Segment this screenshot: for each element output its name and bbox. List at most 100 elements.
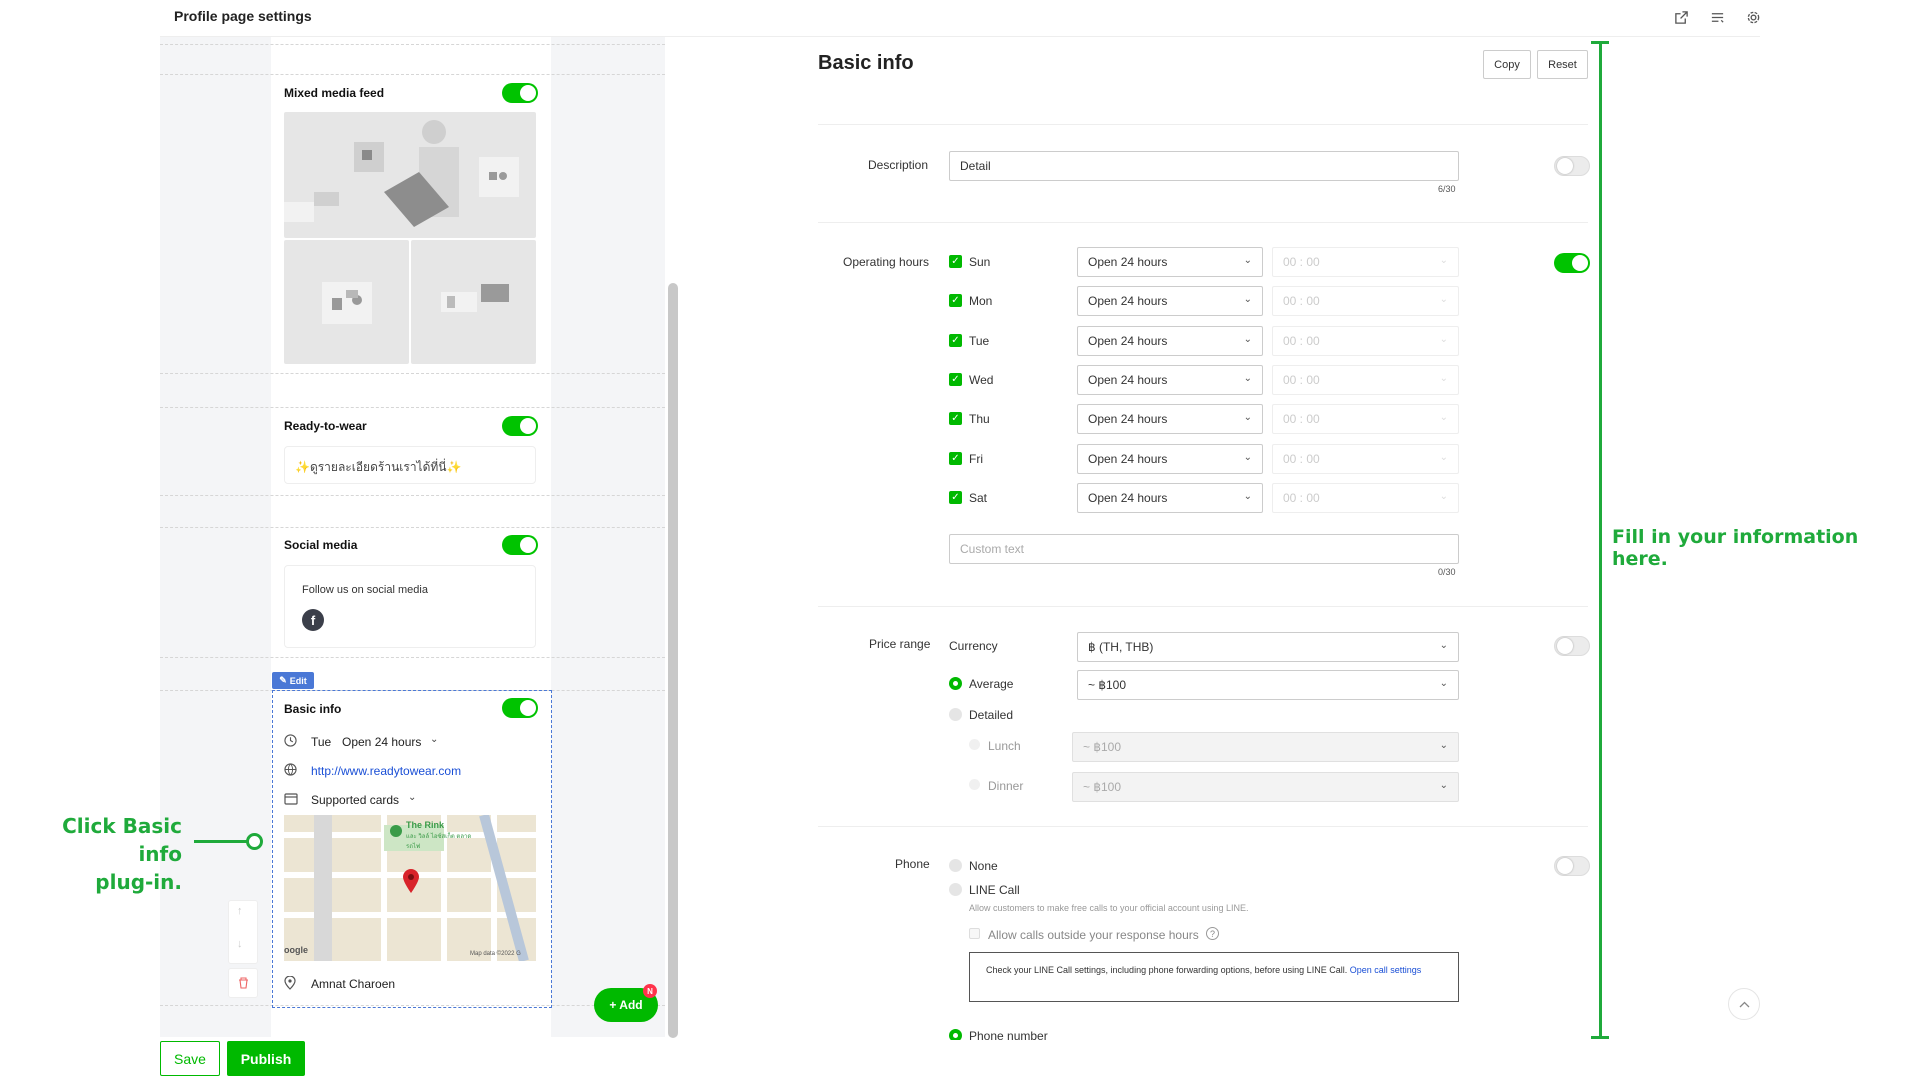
chevron-down-icon: ⌄ — [1439, 255, 1448, 266]
hours-mode-select[interactable]: Open 24 hours ⌄ — [1077, 443, 1263, 474]
day-checkbox[interactable]: ✓ — [949, 255, 962, 268]
operating-hours-toggle[interactable] — [1554, 253, 1590, 273]
day-checkbox[interactable]: ✓ — [949, 294, 962, 308]
average-radio[interactable] — [949, 677, 962, 690]
annotation-arrow-dot — [246, 833, 263, 850]
ready-to-wear-toggle[interactable] — [502, 416, 538, 436]
publish-button[interactable]: Publish — [227, 1041, 305, 1076]
form-title: Basic info — [818, 52, 914, 74]
chevron-down-icon: ⌄ — [1439, 640, 1448, 651]
currency-label: Currency — [949, 639, 998, 653]
currency-select[interactable]: ฿ (TH, THB) ⌄ — [1077, 632, 1459, 662]
time-select[interactable]: 00 : 00 ⌄ — [1272, 247, 1459, 277]
chevron-down-icon: ⌄ — [1243, 490, 1252, 502]
reset-button[interactable]: Reset — [1537, 50, 1588, 79]
arrow-up-icon[interactable]: ↑ — [237, 905, 243, 917]
copy-button[interactable]: Copy — [1483, 50, 1531, 79]
time-select[interactable]: 00 : 00 ⌄ — [1272, 404, 1459, 435]
phone-label: Phone — [895, 857, 930, 871]
scroll-top-button[interactable] — [1728, 988, 1760, 1020]
day-label: Sat — [969, 490, 988, 505]
hours-mode-value: Open 24 hours — [1088, 372, 1168, 387]
map-place-sub: และ วิลล์ ไอซ์สเก็ต ตลาดรถไฟ — [406, 834, 472, 850]
lunch-select[interactable]: ~ ฿100 ⌄ — [1072, 732, 1459, 762]
list-settings-icon[interactable] — [1706, 6, 1728, 28]
day-checkbox[interactable]: ✓ — [949, 333, 962, 347]
hours-mode-select[interactable]: Open 24 hours ⌄ — [1077, 364, 1263, 395]
line-call-radio[interactable] — [949, 883, 962, 896]
social-media-toggle[interactable] — [502, 535, 538, 555]
media-image-small-2 — [411, 240, 536, 364]
price-range-label: Price range — [869, 637, 931, 651]
delete-button[interactable] — [228, 968, 258, 998]
hours-mode-value: Open 24 hours — [1088, 490, 1168, 505]
facebook-icon[interactable]: f — [302, 609, 324, 631]
dinner-radio[interactable] — [969, 779, 980, 790]
hours-mode-value: Open 24 hours — [1088, 333, 1168, 348]
ready-to-wear-text: ✨ดูรายละเอียดร้านเราได้ที่นี่✨ — [284, 446, 536, 484]
hours-mode-select[interactable]: Open 24 hours ⌄ — [1077, 482, 1263, 513]
lunch-radio[interactable] — [969, 739, 980, 750]
dinner-select[interactable]: ~ ฿100 ⌄ — [1072, 772, 1459, 802]
chevron-down-icon: ⌄ — [1439, 678, 1448, 689]
cards-chevron-down-icon[interactable]: ⌄ — [408, 792, 416, 803]
time-select[interactable]: 00 : 00 ⌄ — [1272, 443, 1459, 474]
mixed-media-toggle[interactable] — [502, 83, 538, 103]
chevron-down-icon: ⌄ — [1439, 740, 1448, 751]
open-call-settings-link[interactable]: Open call settings — [1350, 965, 1422, 975]
time-select[interactable]: 00 : 00 ⌄ — [1272, 325, 1459, 356]
help-icon[interactable]: ? — [1206, 927, 1219, 940]
mixed-media-title: Mixed media feed — [284, 86, 385, 100]
chevron-up-icon — [1739, 1001, 1749, 1007]
preview-day: Tue — [311, 735, 332, 749]
gear-icon[interactable] — [1742, 6, 1764, 28]
preview-scrollbar[interactable] — [668, 283, 678, 1038]
allow-outside-checkbox[interactable] — [969, 928, 980, 939]
description-input[interactable]: Detail — [949, 151, 1459, 181]
average-select[interactable]: ~ ฿100 ⌄ — [1077, 670, 1459, 700]
chevron-down-icon: ⌄ — [1243, 255, 1252, 266]
time-select[interactable]: 00 : 00 ⌄ — [1272, 482, 1459, 513]
custom-text-input[interactable]: Custom text — [949, 534, 1459, 564]
hours-mode-select[interactable]: Open 24 hours ⌄ — [1077, 286, 1263, 317]
map-place-label: The Rink — [406, 820, 445, 830]
description-toggle[interactable] — [1554, 156, 1590, 176]
time-select[interactable]: 00 : 00 ⌄ — [1272, 286, 1459, 317]
social-media-box — [284, 565, 536, 648]
chevron-down-icon: ⌄ — [1243, 333, 1252, 345]
form-fade — [818, 1040, 1588, 1080]
price-range-toggle[interactable] — [1554, 636, 1590, 656]
day-checkbox[interactable]: ✓ — [949, 451, 962, 465]
edit-badge[interactable]: ✎ Edit — [272, 672, 314, 689]
phone-toggle[interactable] — [1554, 856, 1590, 876]
time-value: 00 : 00 — [1283, 451, 1320, 466]
dinner-label: Dinner — [988, 779, 1024, 793]
day-checkbox[interactable]: ✓ — [949, 412, 962, 426]
chevron-down-icon: ⌄ — [1439, 412, 1448, 424]
hours-mode-select[interactable]: Open 24 hours ⌄ — [1077, 325, 1263, 356]
click-annotation: Click Basic info plug-in. — [18, 812, 182, 896]
external-link-icon[interactable] — [1670, 6, 1692, 28]
globe-icon — [284, 763, 297, 781]
chevron-down-icon: ⌄ — [1243, 451, 1252, 463]
hours-mode-value: Open 24 hours — [1088, 255, 1168, 269]
move-controls — [228, 900, 258, 964]
save-button[interactable]: Save — [160, 1041, 220, 1076]
hours-mode-select[interactable]: Open 24 hours ⌄ — [1077, 404, 1263, 435]
basic-info-toggle[interactable] — [502, 698, 538, 718]
phone-none-radio[interactable] — [949, 859, 962, 872]
clock-icon — [284, 734, 297, 750]
time-value: 00 : 00 — [1283, 294, 1320, 309]
preview-url[interactable]: http://www.readytowear.com — [311, 764, 461, 778]
detailed-radio[interactable] — [949, 708, 962, 721]
day-checkbox[interactable]: ✓ — [949, 490, 962, 504]
custom-text-count: 0/30 — [1438, 567, 1456, 577]
chevron-down-icon[interactable]: ⌄ — [430, 734, 438, 745]
hours-mode-select[interactable]: Open 24 hours ⌄ — [1077, 247, 1263, 277]
day-checkbox[interactable]: ✓ — [949, 372, 962, 386]
operating-hours-label: Operating hours — [843, 255, 930, 269]
hours-mode-value: Open 24 hours — [1088, 412, 1168, 427]
line-call-help: Allow customers to make free calls to yo… — [969, 903, 1249, 913]
time-select[interactable]: 00 : 00 ⌄ — [1272, 364, 1459, 395]
arrow-down-icon[interactable]: ↓ — [237, 938, 243, 950]
